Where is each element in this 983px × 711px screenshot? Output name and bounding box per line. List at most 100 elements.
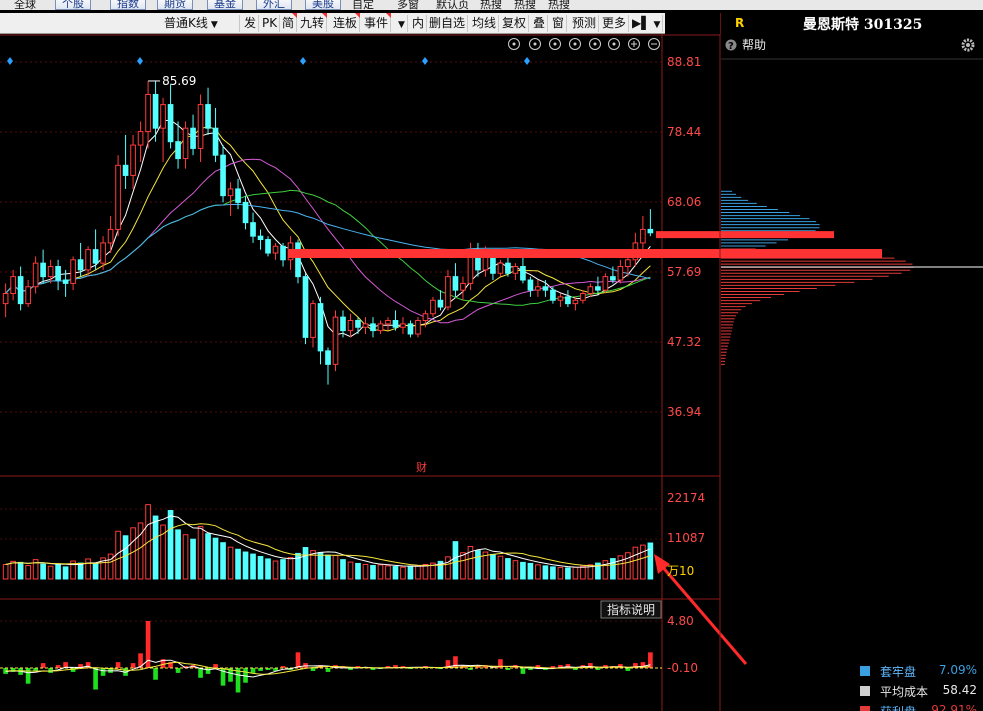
kline-chart[interactable]: 88.81 78.44 68.06 57.69 47.32 36.94 22174 11087… <box>0 34 983 711</box>
volume-bar <box>175 529 181 580</box>
volume-bar <box>85 558 91 580</box>
candle <box>265 236 271 257</box>
nav-item[interactable]: 全球 <box>14 0 36 10</box>
legend-value: 92.91% <box>931 703 977 711</box>
candle <box>295 239 301 284</box>
macd-bar <box>205 668 211 674</box>
toolbar-button[interactable]: 窗 <box>550 15 568 32</box>
price-tick: 88.81 <box>667 55 701 69</box>
legend-label: 套牢盘 <box>880 665 917 679</box>
legend-value: 58.42 <box>942 683 977 697</box>
volume-bar <box>340 559 346 580</box>
toolbar-button[interactable]: 叠 <box>531 15 549 32</box>
volume-bar <box>407 565 414 580</box>
volume-bar <box>370 565 376 580</box>
toolbar-button[interactable]: 事件 <box>362 13 392 32</box>
nav-item[interactable]: 美股 <box>305 0 341 10</box>
volume-bar <box>10 560 16 580</box>
event-dropdown-icon[interactable]: ▼ <box>393 15 408 32</box>
macd-tick: -0.10 <box>667 661 698 675</box>
legend-row: 平均成本 58.42 <box>858 682 983 702</box>
nav-item[interactable]: 热搜 <box>514 0 536 10</box>
legend-swatch <box>860 706 870 711</box>
volume-bar <box>265 558 271 580</box>
toolbar-button[interactable]: 预测 <box>570 15 600 32</box>
volume-bar <box>362 563 369 580</box>
volume-bar <box>572 566 579 580</box>
volume-bar <box>325 554 331 580</box>
resistance-bar <box>288 249 882 259</box>
high-price-label: 85.69 <box>162 74 196 88</box>
indicator-help-button[interactable]: 指标说明 <box>600 600 662 619</box>
gear-icon[interactable] <box>961 38 975 52</box>
volume-bar <box>640 544 646 580</box>
candle <box>302 273 309 345</box>
macd-bar <box>520 668 526 674</box>
legend-label: 获利盘 <box>880 703 916 711</box>
volume-bar <box>392 566 399 580</box>
price-tick: 57.69 <box>667 265 701 279</box>
svg-text:?: ? <box>728 41 734 52</box>
toolbar-button[interactable]: 复权 <box>500 15 530 32</box>
nav-item[interactable]: 基金 <box>207 0 243 10</box>
macd-bar <box>325 668 331 672</box>
volume-bar <box>257 556 264 580</box>
volume-bar <box>332 554 339 580</box>
volume-bar <box>535 564 541 580</box>
toolbar-button[interactable]: 九转 <box>298 13 328 32</box>
volume-bar <box>617 555 624 580</box>
volume-bar <box>287 557 294 580</box>
stock-header: R 曼恩斯特 301325 <box>720 13 983 34</box>
volume-bar <box>520 561 526 580</box>
volume-bar <box>92 563 99 580</box>
nav-item[interactable]: 个股 <box>55 0 91 10</box>
nav-item[interactable]: 指数 <box>110 0 146 10</box>
toolbar-button[interactable]: 连板 <box>331 13 361 32</box>
cost-distribution <box>721 58 983 365</box>
toolbar-button[interactable]: 删自选 <box>427 15 469 32</box>
volume-bar <box>167 510 174 580</box>
nav-item[interactable]: 自定 <box>352 0 374 10</box>
volume-bar <box>235 548 241 580</box>
volume-bar <box>55 564 61 580</box>
price-tick: 36.94 <box>667 405 701 419</box>
toolbar-button[interactable]: 发 <box>242 15 260 32</box>
macd-tick: 4.80 <box>667 614 694 628</box>
volume-bar <box>122 535 129 580</box>
toolbar-button[interactable]: PK <box>260 15 281 32</box>
help-row[interactable]: ? 帮助 <box>725 38 767 52</box>
volume-bar <box>377 564 384 580</box>
volume-bar <box>47 565 54 580</box>
volume-bar <box>242 551 249 580</box>
volume-bar <box>385 565 391 580</box>
toolbar-button[interactable]: 简 <box>280 13 298 32</box>
volume-bar <box>415 565 421 580</box>
candle <box>415 317 421 338</box>
toolbar-button[interactable]: 内 <box>410 15 428 32</box>
expand-panel-icon[interactable]: ▶▌ ▼ <box>630 15 664 32</box>
nav-item[interactable]: 热搜 <box>480 0 502 10</box>
volume-bar <box>512 560 519 580</box>
finance-marker: 财 <box>416 460 427 474</box>
macd-bar <box>40 663 46 668</box>
candle <box>430 296 436 318</box>
legend-swatch <box>860 666 870 676</box>
period-select[interactable]: 普通K线 ▼ <box>162 15 240 32</box>
volume-bar <box>580 565 586 580</box>
mode-indicator[interactable]: R <box>735 16 744 30</box>
nav-item[interactable]: 外汇 <box>256 0 292 10</box>
macd-bar <box>295 652 301 668</box>
volume-bar <box>557 567 564 580</box>
toolbar-button[interactable]: 均线 <box>470 15 500 32</box>
nav-item[interactable]: 热搜 <box>548 0 570 10</box>
nav-item[interactable]: 期货 <box>157 0 193 10</box>
nav-item[interactable]: 默认页 <box>436 0 469 10</box>
macd-bar <box>250 668 256 673</box>
legend-label: 平均成本 <box>880 685 929 699</box>
toolbar-button[interactable]: 更多 <box>600 15 630 32</box>
volume-bar <box>137 522 144 580</box>
volume-tick: 万10 <box>667 564 694 578</box>
volume-bar <box>182 534 189 580</box>
macd-bar <box>153 668 158 680</box>
nav-item[interactable]: 多窗 <box>397 0 419 10</box>
